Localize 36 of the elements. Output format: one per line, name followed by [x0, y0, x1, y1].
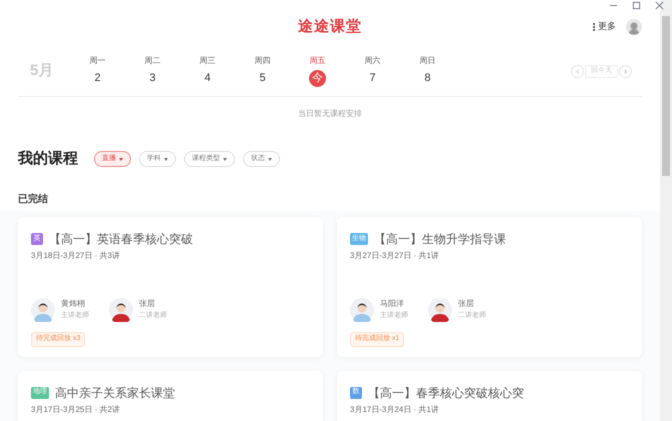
- scrollbar[interactable]: [660, 0, 672, 421]
- course-title: 高中亲子关系家长课堂: [55, 384, 175, 402]
- course-title: 【高一】英语春季核心突破: [49, 231, 193, 248]
- status-heading: 已完结: [18, 192, 48, 206]
- teacher-avatar: [428, 298, 452, 322]
- empty-schedule-message: 当日暂无课程安排: [298, 108, 362, 120]
- day-tab[interactable]: 周二 3: [125, 55, 180, 87]
- section-heading: 我的课程: [18, 148, 78, 169]
- teacher-name: 张层: [139, 298, 156, 310]
- close-icon[interactable]: [655, 1, 664, 10]
- teacher-name: 黄炜栩: [61, 298, 86, 310]
- teacher-avatar: [350, 298, 374, 322]
- day-tab[interactable]: 周四 5: [235, 55, 290, 87]
- day-tab[interactable]: 周五 今: [290, 55, 345, 87]
- course-title: 【高一】春季核心突破核心突: [368, 384, 524, 402]
- day-tab[interactable]: 周一 2: [70, 55, 125, 87]
- day-tab[interactable]: 周六 7: [345, 55, 400, 87]
- user-avatar[interactable]: [626, 19, 642, 35]
- teacher-name: 张层: [458, 298, 475, 310]
- teacher-avatar: [31, 298, 55, 322]
- caret-icon: [268, 158, 272, 160]
- course-dates: 3月18日-3月27日 · 共3讲: [31, 250, 121, 262]
- teacher-name: 马阳洋: [380, 298, 405, 310]
- maximize-icon[interactable]: [632, 1, 641, 10]
- caret-icon: [119, 158, 123, 160]
- app-logo: 途途课堂: [298, 16, 362, 37]
- day-tab[interactable]: 周三 4: [180, 55, 235, 87]
- teacher-avatar: [109, 298, 133, 322]
- course-dates: 3月27日-3月27日 · 共1讲: [350, 250, 440, 262]
- caret-icon: [223, 158, 227, 160]
- more-button[interactable]: 更多: [593, 20, 616, 34]
- course-dates: 3月17日-3月25日 · 共2讲: [31, 404, 121, 416]
- course-title: 【高一】生物升学指导课: [374, 231, 506, 248]
- course-dates: 3月17日-3月24日 · 共1讲: [350, 404, 440, 416]
- caret-icon: [164, 158, 168, 160]
- day-tab[interactable]: 周日 8: [400, 55, 455, 87]
